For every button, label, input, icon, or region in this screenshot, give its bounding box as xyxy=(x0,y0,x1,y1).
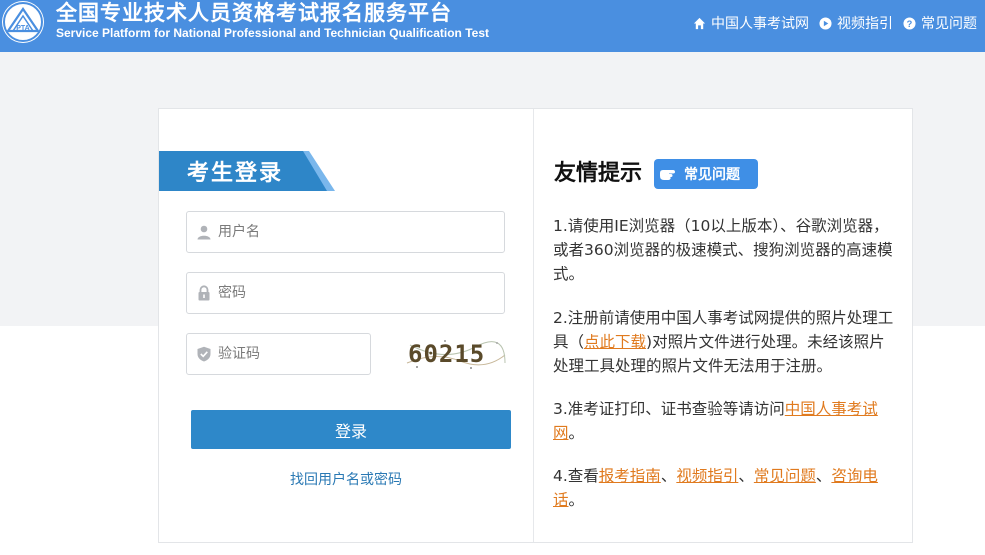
faq-link[interactable]: 常见问题 xyxy=(754,467,816,485)
login-title-ribbon: 考生登录 xyxy=(159,151,335,191)
nav-label: 常见问题 xyxy=(921,16,977,32)
tips-section: 友情提示 常见问题 1.请使用IE浏览器（10以上版本）、谷歌浏览器，或者360… xyxy=(553,151,898,509)
nav-faq-link[interactable]: ? 常见问题 xyxy=(903,13,977,33)
nav-cpta-link[interactable]: 中国人事考试网 xyxy=(693,13,809,33)
logo-text: PTA xyxy=(16,25,29,32)
tip-3: 3.准考证打印、证书查验等请访问中国人事考试网。 xyxy=(553,400,878,442)
nav-label: 中国人事考试网 xyxy=(711,16,809,32)
captcha-field-box xyxy=(186,333,371,375)
photo-tool-download-link[interactable]: 点此下载 xyxy=(584,333,646,351)
username-field-box xyxy=(186,211,505,253)
site-subtitle: Service Platform for National Profession… xyxy=(56,26,489,40)
tip-4: 4.查看报考指南、视频指引、常见问题、咨询电话。 xyxy=(553,467,878,509)
nav-video-guide-link[interactable]: 视频指引 xyxy=(819,13,893,33)
top-header: PTA 全国专业技术人员资格考试报名服务平台 Service Platform … xyxy=(0,0,985,52)
username-input[interactable] xyxy=(218,221,468,243)
captcha-text: 60215 xyxy=(408,340,485,368)
help-circle-icon: ? xyxy=(903,16,916,30)
faq-badge-label: 常见问题 xyxy=(684,167,740,183)
top-nav: 中国人事考试网 视频指引 ? 常见问题 xyxy=(683,13,977,33)
tips-header: 友情提示 常见问题 xyxy=(553,151,898,191)
panel-divider xyxy=(533,109,534,542)
forgot-credentials-link[interactable]: 找回用户名或密码 xyxy=(290,469,402,489)
login-title: 考生登录 xyxy=(187,160,284,186)
play-circle-icon xyxy=(819,16,832,30)
captcha-input[interactable] xyxy=(218,343,358,365)
tip-1: 1.请使用IE浏览器（10以上版本）、谷歌浏览器，或者360浏览器的极速模式、搜… xyxy=(553,217,893,283)
pointing-hand-icon xyxy=(660,170,675,180)
password-input[interactable] xyxy=(218,282,468,304)
password-field-box xyxy=(186,272,505,314)
tips-title: 友情提示 xyxy=(554,160,643,186)
lock-icon xyxy=(198,285,210,301)
pta-logo: PTA xyxy=(2,1,44,43)
nav-label: 视频指引 xyxy=(837,16,893,32)
captcha-image[interactable]: 60215 xyxy=(405,333,507,373)
shield-check-icon xyxy=(197,346,211,362)
faq-badge-button[interactable]: 常见问题 xyxy=(654,159,758,189)
user-icon xyxy=(197,225,211,240)
login-panel: 考生登录 60215 登录 找回用户 xyxy=(158,108,913,543)
video-guide-link[interactable]: 视频指引 xyxy=(676,467,738,485)
exam-guide-link[interactable]: 报考指南 xyxy=(599,467,661,485)
site-title: 全国专业技术人员资格考试报名服务平台 xyxy=(56,0,452,25)
tip-2: 2.注册前请使用中国人事考试网提供的照片处理工具（点此下载)对照片文件进行处理。… xyxy=(553,309,894,375)
login-button[interactable]: 登录 xyxy=(191,410,511,449)
svg-text:?: ? xyxy=(907,18,913,28)
home-icon xyxy=(693,17,706,29)
